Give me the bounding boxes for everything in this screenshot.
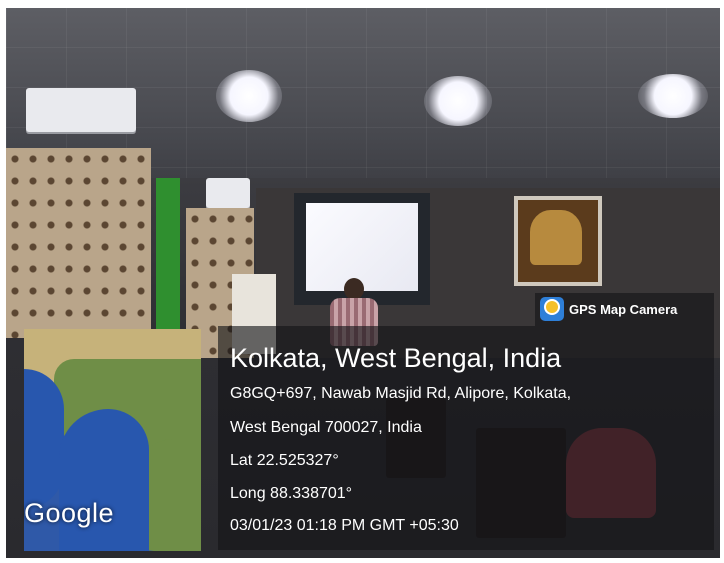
air-conditioner (206, 178, 250, 208)
gps-map-camera-icon (540, 297, 564, 321)
map-sea (59, 409, 149, 551)
location-title: Kolkata, West Bengal, India (230, 343, 562, 373)
gps-map-camera-badge: GPS Map Camera (535, 293, 714, 326)
google-logo: Google (24, 498, 115, 528)
latitude: Lat 22.525327° (230, 452, 339, 469)
curtain (6, 148, 151, 338)
projector-screen (306, 203, 418, 291)
address-line-2: West Bengal 700027, India (230, 419, 422, 436)
screenshot-frame: Google GPS Map Camera Kolkata, West Beng… (0, 0, 724, 563)
speaker-head (344, 278, 364, 300)
ceiling-light (424, 76, 492, 126)
portrait-painting (514, 196, 602, 286)
air-conditioner (26, 88, 136, 132)
ceiling-light (638, 74, 708, 118)
address-line-1: G8GQ+697, Nawab Masjid Rd, Alipore, Kolk… (230, 385, 572, 402)
portrait-figure (530, 210, 582, 265)
ceiling-light (216, 70, 282, 122)
map-sea (24, 369, 64, 509)
datetime-stamp: 03/01/23 01:18 PM GMT +05:30 (230, 517, 459, 534)
green-panel (156, 178, 180, 338)
longitude: Long 88.338701° (230, 485, 353, 502)
app-name: GPS Map Camera (569, 302, 678, 317)
